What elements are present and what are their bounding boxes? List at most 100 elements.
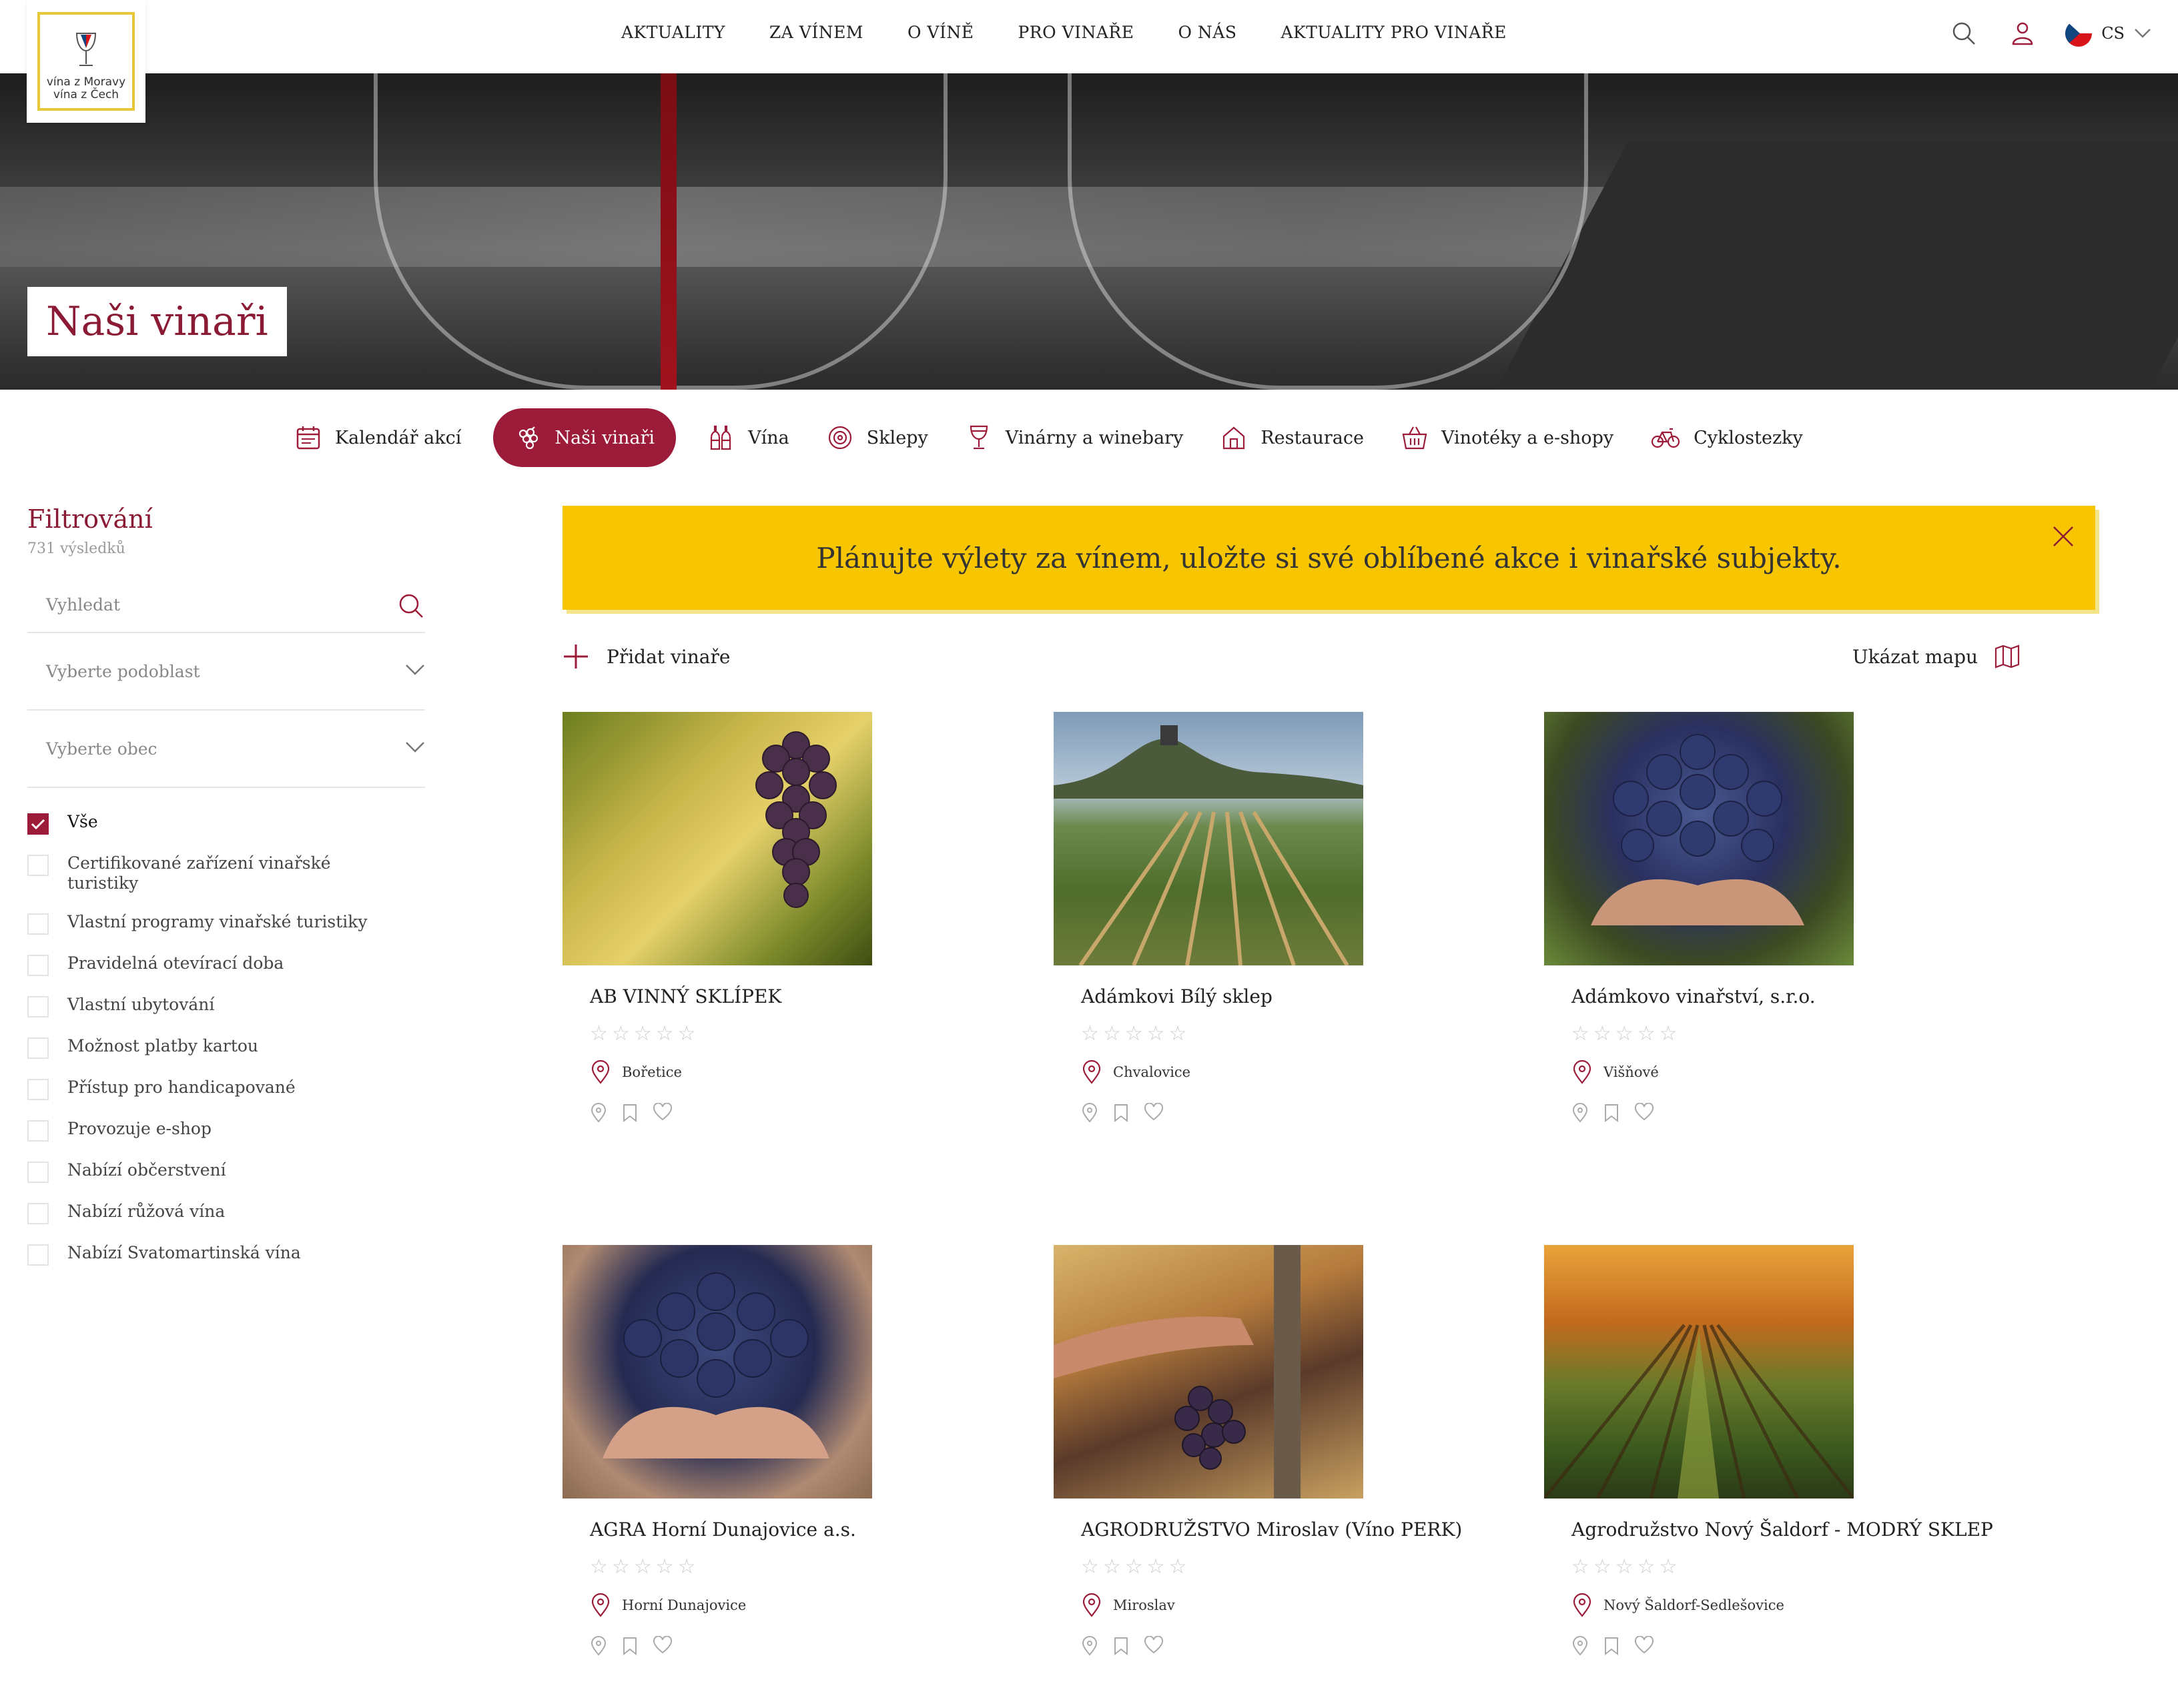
tab-vinarny-a-winebary[interactable]: Vinárny a winebary: [960, 408, 1189, 467]
nav-item-o-nas[interactable]: O NÁS: [1178, 23, 1236, 42]
filter-option-card-payment[interactable]: Možnost platby kartou: [27, 1036, 425, 1059]
filter-option-certified[interactable]: Certifikované zařízení vinařské turistik…: [27, 853, 425, 893]
winemaker-location: Horní Dunajovice: [590, 1593, 976, 1617]
tab-cyklostezky[interactable]: Cyklostezky: [1646, 408, 1808, 467]
logo-text-line2: vína z Čech: [53, 88, 119, 101]
subregion-select[interactable]: Vyberte podoblast: [27, 633, 425, 711]
winemaker-card[interactable]: AGRA Horní Dunajovice a.s. ☆☆☆☆☆ Horní D…: [563, 1245, 976, 1656]
checkbox[interactable]: [27, 955, 49, 976]
winemaker-card[interactable]: Adámkovi Bílý sklep ☆☆☆☆☆ Chvalovice: [1054, 712, 1467, 1123]
main-nav: AKTUALITY ZA VÍNEM O VÍNĚ PRO VINAŘE O N…: [621, 23, 1507, 42]
close-icon[interactable]: [2051, 524, 2075, 548]
town-select[interactable]: Vyberte obec: [27, 711, 425, 788]
user-icon[interactable]: [2007, 17, 2039, 49]
search-placeholder: Vyhledat: [46, 594, 121, 614]
show-map-button[interactable]: Ukázat mapu: [1852, 643, 2021, 670]
rating-stars[interactable]: ☆☆☆☆☆: [590, 1555, 976, 1579]
add-winemaker-button[interactable]: Přidat vinaře: [563, 643, 730, 670]
filter-option-programs[interactable]: Vlastní programy vinařské turistiky: [27, 912, 425, 935]
rating-stars[interactable]: ☆☆☆☆☆: [1081, 1022, 1467, 1045]
winemaker-photo[interactable]: [1054, 1245, 1363, 1499]
heart-icon[interactable]: [653, 1636, 673, 1655]
checkbox[interactable]: [27, 1120, 49, 1142]
bookmark-icon[interactable]: [1113, 1103, 1129, 1123]
winemaker-card[interactable]: Adámkovo vinařství, s.r.o. ☆☆☆☆☆ Višňové: [1544, 712, 1958, 1123]
checkbox[interactable]: [27, 1162, 49, 1183]
map-pin-icon[interactable]: [1571, 1636, 1589, 1656]
winemaker-name[interactable]: AGRODRUŽSTVO Miroslav (Víno PERK): [1081, 1519, 1467, 1541]
map-pin-icon[interactable]: [1081, 1103, 1098, 1123]
search-icon[interactable]: [397, 592, 425, 620]
nav-item-aktuality-pro-vinare[interactable]: AKTUALITY PRO VINAŘE: [1281, 23, 1506, 42]
checkbox[interactable]: [27, 913, 49, 935]
heart-icon[interactable]: [653, 1103, 673, 1122]
filter-option-label: Přístup pro handicapované: [67, 1078, 296, 1097]
map-pin-icon[interactable]: [590, 1103, 607, 1123]
checkbox[interactable]: [27, 996, 49, 1017]
filter-option-accessibility[interactable]: Přístup pro handicapované: [27, 1078, 425, 1100]
nav-item-o-vine[interactable]: O VÍNĚ: [908, 23, 974, 42]
bookmark-icon[interactable]: [1113, 1636, 1129, 1656]
nav-item-za-vinem[interactable]: ZA VÍNEM: [769, 23, 863, 42]
grapes-icon: [519, 426, 538, 450]
heart-icon[interactable]: [1634, 1636, 1654, 1655]
winemaker-photo[interactable]: [1054, 712, 1363, 965]
winemaker-name[interactable]: Adámkovi Bílý sklep: [1081, 985, 1467, 1007]
nav-item-pro-vinare[interactable]: PRO VINAŘE: [1018, 23, 1134, 42]
heart-icon[interactable]: [1144, 1636, 1164, 1655]
map-pin-icon[interactable]: [1571, 1103, 1589, 1123]
bookmark-icon[interactable]: [622, 1103, 638, 1123]
checkbox[interactable]: [27, 855, 49, 876]
rating-stars[interactable]: ☆☆☆☆☆: [590, 1022, 976, 1045]
rating-stars[interactable]: ☆☆☆☆☆: [1571, 1022, 1958, 1045]
checkbox[interactable]: [27, 1037, 49, 1059]
tab-kalendar-akci[interactable]: Kalendář akcí: [290, 408, 466, 467]
search-icon[interactable]: [1948, 17, 1980, 49]
map-pin-icon[interactable]: [1081, 1636, 1098, 1656]
winemaker-card[interactable]: Agrodružstvo Nový Šaldorf - MODRÝ SKLEP …: [1544, 1245, 1993, 1656]
nav-item-aktuality[interactable]: AKTUALITY: [621, 23, 725, 42]
rating-stars[interactable]: ☆☆☆☆☆: [1081, 1555, 1467, 1579]
filter-option-st-martin-wines[interactable]: Nabízí Svatomartinská vína: [27, 1243, 425, 1266]
tab-sklepy[interactable]: Sklepy: [821, 408, 934, 467]
house-icon: [1223, 426, 1245, 450]
map-pin-icon[interactable]: [590, 1636, 607, 1656]
winemaker-card[interactable]: AGRODRUŽSTVO Miroslav (Víno PERK) ☆☆☆☆☆ …: [1054, 1245, 1467, 1656]
bookmark-icon[interactable]: [1603, 1103, 1619, 1123]
search-input[interactable]: Vyhledat: [27, 577, 425, 633]
winemaker-photo[interactable]: [1544, 712, 1854, 965]
language-switcher[interactable]: CS: [2065, 20, 2151, 47]
rating-stars[interactable]: ☆☆☆☆☆: [1571, 1555, 1958, 1579]
filter-option-vse[interactable]: Vše: [27, 812, 425, 835]
filter-option-eshop[interactable]: Provozuje e-shop: [27, 1119, 425, 1142]
tab-vina[interactable]: Vína: [703, 408, 795, 467]
tab-nasi-vinari[interactable]: Naši vinaři: [493, 408, 677, 467]
winemaker-name[interactable]: Agrodružstvo Nový Šaldorf - MODRÝ SKLEP: [1571, 1519, 1993, 1541]
tab-label: Vína: [748, 427, 789, 448]
winemaker-photo[interactable]: [1544, 1245, 1854, 1499]
filter-option-accommodation[interactable]: Vlastní ubytování: [27, 995, 425, 1017]
checkbox-checked[interactable]: [27, 813, 49, 835]
winemaker-photo[interactable]: [563, 712, 872, 965]
winemaker-photo[interactable]: [563, 1245, 872, 1499]
checkbox[interactable]: [27, 1244, 49, 1266]
winemaker-name[interactable]: Adámkovo vinařství, s.r.o.: [1571, 985, 1958, 1007]
tab-label: Cyklostezky: [1694, 427, 1803, 448]
site-logo[interactable]: vína z Moravy vína z Čech: [27, 0, 145, 123]
heart-icon[interactable]: [1634, 1103, 1654, 1122]
filter-option-rose-wines[interactable]: Nabízí růžová vína: [27, 1202, 425, 1224]
filter-option-label: Nabízí občerstvení: [67, 1160, 226, 1180]
checkbox[interactable]: [27, 1203, 49, 1224]
tab-vinoteky-a-e-shopy[interactable]: Vinotéky a e-shopy: [1396, 408, 1619, 467]
winemaker-name[interactable]: AGRA Horní Dunajovice a.s.: [590, 1519, 976, 1541]
tab-restaurace[interactable]: Restaurace: [1215, 408, 1369, 467]
heart-icon[interactable]: [1144, 1103, 1164, 1122]
checkbox[interactable]: [27, 1079, 49, 1100]
winemaker-name[interactable]: AB VINNÝ SKLÍPEK: [590, 985, 976, 1007]
bookmark-icon[interactable]: [622, 1636, 638, 1656]
bookmark-icon[interactable]: [1603, 1636, 1619, 1656]
winemaker-card[interactable]: AB VINNÝ SKLÍPEK ☆☆☆☆☆ Bořetice: [563, 712, 976, 1123]
filter-option-opening-hours[interactable]: Pravidelná otevírací doba: [27, 953, 425, 976]
filter-option-refreshments[interactable]: Nabízí občerstvení: [27, 1160, 425, 1183]
bicycle-icon: [1652, 428, 1680, 448]
